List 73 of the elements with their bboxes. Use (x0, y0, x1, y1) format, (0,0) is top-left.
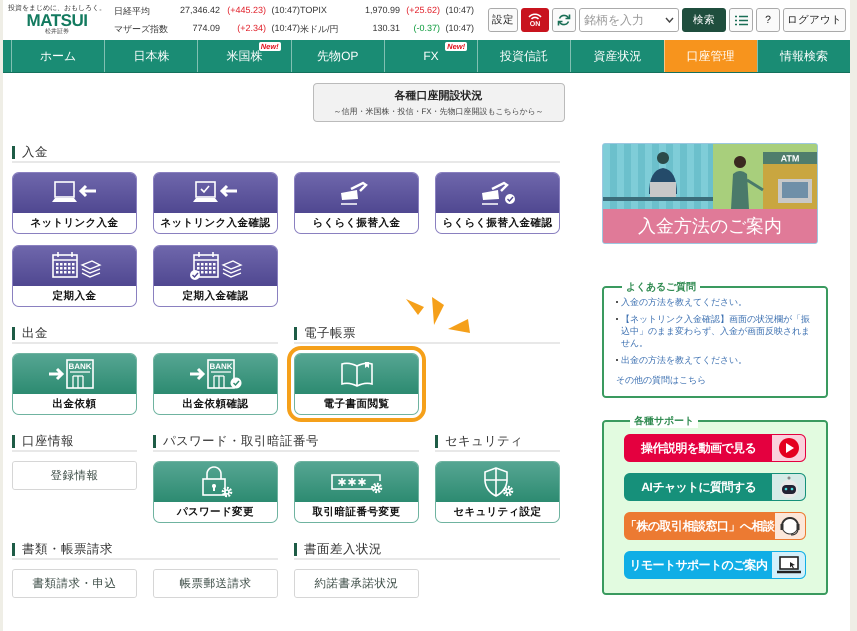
faq-link[interactable]: 入金の方法を教えてください。 (621, 296, 747, 308)
menu-tile[interactable]: 定期入金 (12, 245, 137, 307)
market-time: (10:47) (270, 4, 300, 17)
section-title: セキュリティ (435, 434, 523, 448)
market-value: 27,346.42 (178, 4, 220, 16)
account-status-button[interactable]: 各種口座開設状況 ～信用・米国株・投信・FX・先物口座開設もこちらから～ (312, 83, 564, 122)
menu-link-button[interactable]: 約諾書承諾状況 (294, 569, 419, 598)
market-label: 米ドル/円 (300, 22, 340, 36)
more-questions-link[interactable]: その他の質問はこちら (616, 374, 706, 387)
book-icon (340, 360, 374, 388)
headset-icon (778, 514, 801, 538)
signal-icon (528, 12, 542, 20)
calendar-check-cash-icon (188, 251, 244, 281)
support-button[interactable]: AIチャットに質問する (624, 473, 806, 501)
menu-tile[interactable]: ネットリンク入金 (12, 172, 137, 234)
menu-tile[interactable]: らくらく振替入金確認 (435, 172, 560, 234)
play-icon (778, 437, 800, 459)
market-change: (+445.23) (226, 4, 266, 17)
menu-tile[interactable]: 定期入金確認 (153, 245, 278, 307)
robot-icon (778, 475, 800, 499)
market-label: 日経平均 (114, 4, 151, 18)
market-value: 1,970.99 (364, 4, 400, 16)
market-time: (10:47) (270, 22, 300, 35)
market-time: (10:47) (444, 22, 474, 35)
menu-icon (734, 14, 748, 26)
menu-tile[interactable]: BANK 出金依頼確認 (153, 353, 278, 415)
help-button[interactable]: ? (756, 8, 780, 32)
menu-button[interactable] (729, 8, 753, 32)
deposit-guide-banner[interactable]: ATM 入金方法のご案内 (602, 143, 818, 244)
menu-tile[interactable]: らくらく振替入金 (294, 172, 419, 234)
market-time: (10:47) (444, 4, 474, 17)
market-change: (-0.37) (412, 22, 440, 35)
faq-link[interactable]: 出金の方法を教えてください。 (621, 354, 747, 366)
logout-button[interactable]: ログアウト (783, 8, 846, 32)
settings-button[interactable]: 設定 (488, 8, 518, 32)
menu-link-button[interactable]: 帳票郵送請求 (153, 569, 278, 598)
market-label: マザーズ指数 (114, 22, 169, 36)
stock-search-field[interactable]: 銘柄を入力 (579, 8, 679, 32)
section-title: 電子帳票 (294, 326, 356, 340)
market-value: 774.09 (191, 22, 220, 34)
laptop-cursor-icon (776, 555, 800, 575)
faq-title: よくあるご質問 (625, 280, 697, 294)
nav-tab[interactable]: ホーム (11, 40, 104, 72)
market-label: TOPIX (300, 4, 328, 16)
market-change: (+2.34) (236, 22, 266, 35)
market-value: 130.31 (371, 22, 400, 34)
nav-tab[interactable]: 投資信託 (477, 40, 570, 72)
caret-icon (665, 17, 674, 23)
support-button[interactable]: 操作説明を動画で見る (624, 434, 806, 462)
nav-tab[interactable]: 情報検索 (756, 40, 850, 72)
section-title: 書面差入状況 (294, 542, 382, 556)
menu-tile[interactable]: BANK 出金依頼 (12, 353, 137, 415)
menu-tile[interactable]: 取引暗証番号変更 (294, 461, 419, 523)
section-title: 口座情報 (12, 434, 74, 448)
menu-tile[interactable]: セキュリティ設定 (435, 461, 560, 523)
refresh-button[interactable] (552, 8, 576, 32)
menu-link-button[interactable]: 登録情報 (12, 461, 137, 490)
logo[interactable]: MATSUI (26, 12, 88, 29)
atm-illustration-drawing: ATM (603, 144, 817, 209)
section-title: 入金 (12, 146, 48, 158)
refresh-icon (557, 13, 571, 27)
menu-tile[interactable]: パスワード変更 (153, 461, 278, 523)
menu-link-button[interactable]: 書類請求・申込 (12, 569, 137, 598)
section-title: 出金 (12, 326, 48, 340)
support-title: 各種サポート (630, 414, 698, 428)
nav-tab[interactable]: 先物OP (290, 40, 384, 72)
faq-link[interactable]: 【ネットリンク入金確認】画面の状況欄が「振込中」のまま変わらず、入金が画面反映されません。 (621, 313, 818, 349)
search-button[interactable]: 検索 (682, 8, 726, 32)
section-title: パスワード・取引暗証番号 (153, 434, 319, 448)
nav-tab[interactable]: 日本株 (104, 40, 198, 72)
market-change: (+25.62) (405, 4, 440, 17)
menu-tile[interactable]: ネットリンク入金確認 (153, 172, 278, 234)
section-title: 書類・帳票請求 (12, 542, 113, 556)
